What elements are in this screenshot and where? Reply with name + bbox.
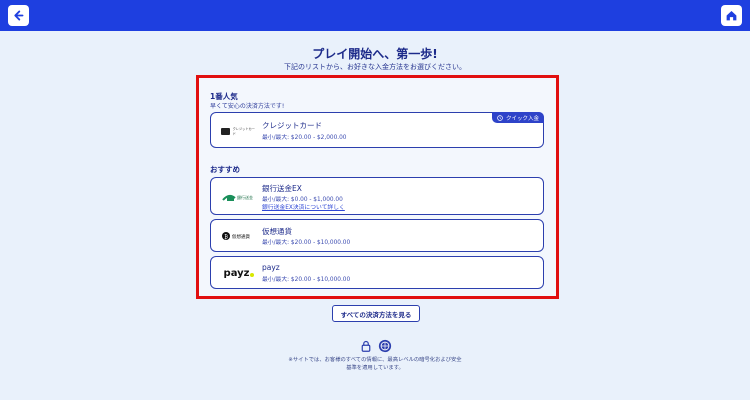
payment-method-credit-card[interactable]: クレジットカード クレジットカード 最小/最大: $20.00 - $2,000…: [210, 112, 544, 148]
method-name: 仮想通貨: [262, 227, 292, 236]
method-limits: 最小/最大: $20.00 - $10,000.00: [262, 277, 351, 283]
svg-text:仮想通貨: 仮想通貨: [232, 233, 250, 240]
recommended-section-title: おすすめ: [210, 165, 240, 174]
clock-icon: [497, 114, 503, 121]
method-name: payz: [262, 263, 280, 272]
svg-text:₿: ₿: [224, 233, 228, 240]
security-note: ※サイトでは、お客様のすべての情報に、最高レベルの暗号化および安全 基準を適用し…: [288, 357, 462, 371]
crypto-logo: ₿ 仮想通貨: [221, 228, 257, 244]
payment-method-bank-transfer[interactable]: 銀行送金 銀行送金EX 最小/最大: $0.00 - $1,000.00 銀行送…: [210, 177, 544, 215]
top-bar: [0, 0, 750, 31]
popular-section-subtitle: 早くて安心の決済方法です!: [210, 103, 285, 110]
home-button[interactable]: [721, 5, 742, 26]
arrow-left-icon: [14, 10, 24, 21]
credit-card-logo: クレジットカード: [221, 123, 257, 139]
home-icon: [726, 11, 737, 21]
method-name: クレジットカード: [262, 121, 322, 130]
page-title: プレイ開始へ、第一歩!: [312, 47, 438, 61]
payment-methods-panel: 1番人気 早くて安心の決済方法です! クレジットカード クレジットカード 最小/…: [196, 75, 559, 299]
view-all-methods-button[interactable]: すべての決済方法を見る: [332, 305, 420, 322]
payment-method-payz[interactable]: payz payz 最小/最大: $20.00 - $10,000.00: [210, 256, 544, 289]
payment-method-crypto[interactable]: ₿ 仮想通貨 仮想通貨 最小/最大: $20.00 - $10,000.00: [210, 219, 544, 252]
payz-logo: payz: [221, 265, 257, 281]
back-button[interactable]: [8, 5, 29, 26]
method-name: 銀行送金EX: [262, 184, 302, 193]
bank-icon: 銀行送金: [222, 194, 253, 201]
bank-transfer-logo: 銀行送金: [221, 189, 257, 205]
credit-card-icon: [221, 127, 230, 135]
lock-icon: [361, 340, 371, 352]
quick-deposit-badge: クイック入金: [491, 112, 544, 123]
method-limits: 最小/最大: $20.00 - $2,000.00: [262, 135, 347, 141]
bitcoin-icon: ₿ 仮想通貨: [222, 232, 250, 240]
security-icons: [360, 338, 392, 354]
method-limits: 最小/最大: $20.00 - $10,000.00: [262, 240, 351, 246]
page-subtitle: 下記のリストから、お好きな入金方法をお選びください。: [284, 63, 466, 71]
bank-transfer-info-link[interactable]: 銀行送金EX決済について詳しく: [262, 202, 345, 211]
payz-dot: [250, 273, 255, 277]
svg-text:銀行送金: 銀行送金: [237, 194, 253, 200]
security-seal-icon: [378, 339, 392, 353]
